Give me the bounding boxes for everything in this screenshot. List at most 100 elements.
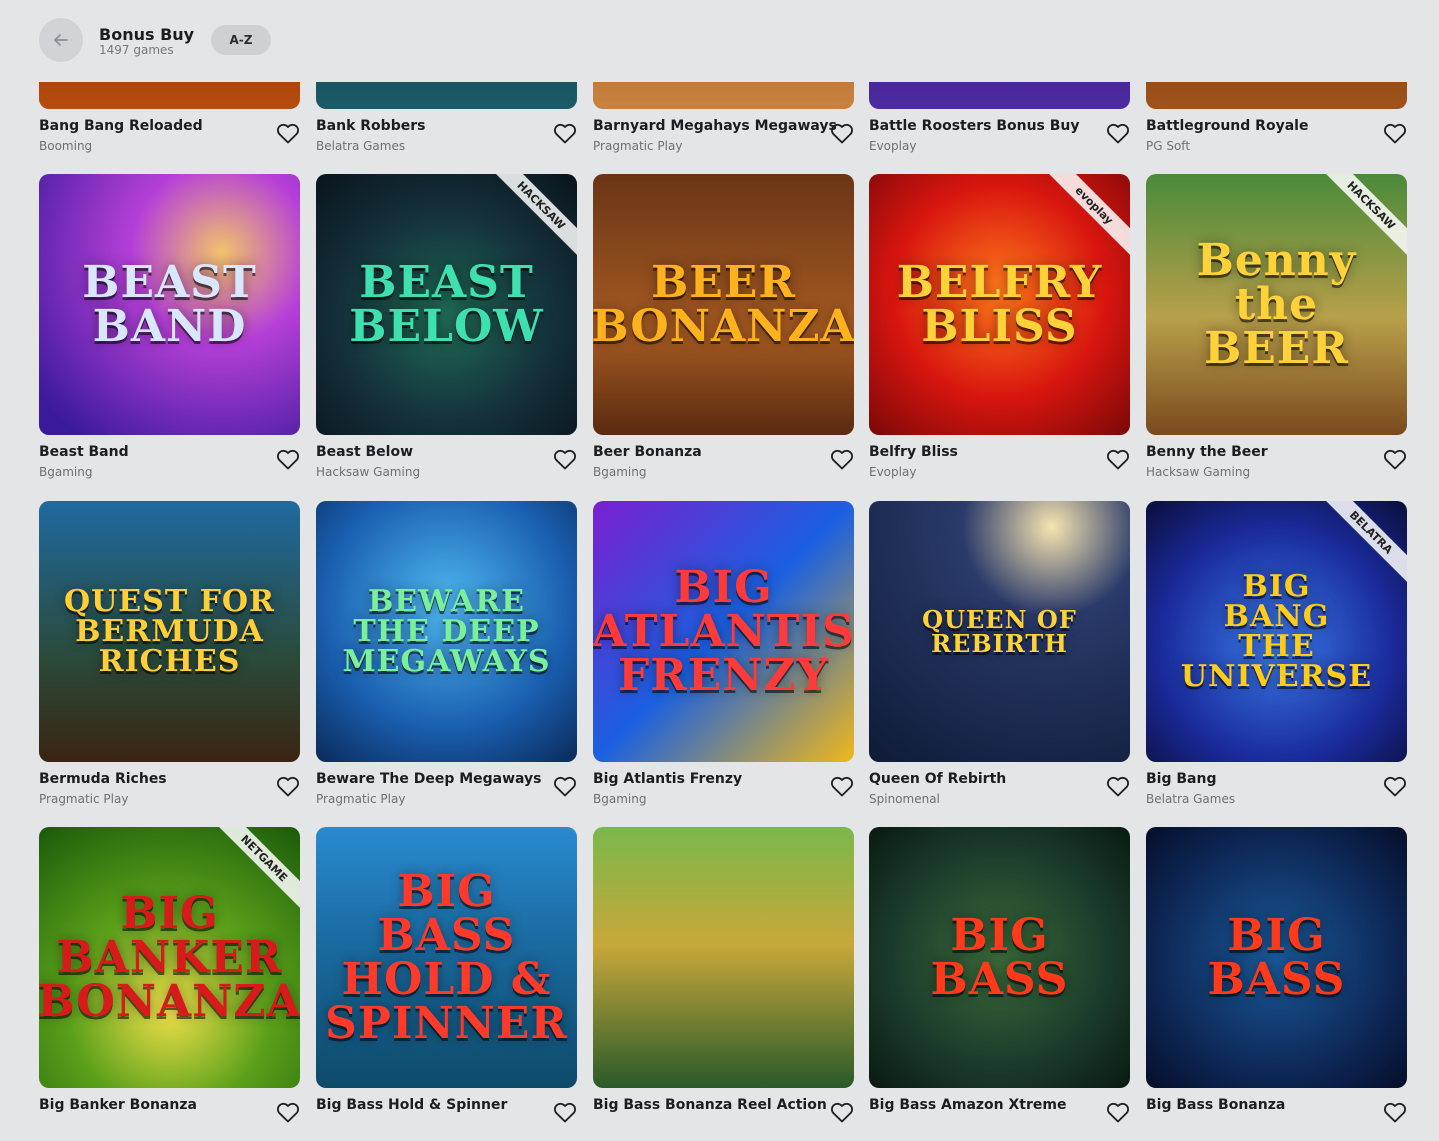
game-card[interactable]: Big Bass Bonanza Reel Action [593,827,854,1141]
game-artwork-title: BEAST BAND [82,256,257,352]
heart-icon[interactable] [276,1101,300,1123]
game-thumbnail[interactable]: BIG ATLANTIS FRENZY [593,501,854,762]
game-info: Belfry Bliss Evoplay [869,444,1130,488]
game-provider: Bgaming [593,792,647,806]
game-artwork-title: BEER BONANZA [593,256,854,352]
game-card[interactable]: Benny the BEER HACKSAW Benny the Beer Hacks… [1146,174,1407,488]
game-info: Barnyard Megahays Megaways Pragmatic Play [593,118,854,162]
game-thumbnail[interactable]: BIG BASS HOLD & SPINNER [316,827,577,1088]
game-info: Beer Bonanza Bgaming [593,444,854,488]
game-thumbnail[interactable]: BIG BANG THE UNIVERSE BELATRA [1146,501,1407,762]
heart-icon[interactable] [553,122,577,144]
game-card[interactable]: BEAST BAND Beast Band Bgaming [39,174,300,488]
game-provider: Bgaming [593,465,647,479]
sort-button[interactable]: A-Z [211,25,271,55]
game-name[interactable]: Big Bass Bonanza [1146,1097,1285,1113]
game-provider: Spinomenal [869,792,940,806]
game-name[interactable]: Big Atlantis Frenzy [593,771,742,787]
game-provider: Belatra Games [1146,792,1236,806]
heart-icon[interactable] [1106,122,1130,144]
game-info: Battleground Royale PG Soft [1146,118,1407,162]
game-thumbnail[interactable]: BIG BASS [1146,827,1407,1088]
heart-icon[interactable] [1106,775,1130,797]
game-info: Bermuda Riches Pragmatic Play [39,771,300,815]
game-info: Beware The Deep Megaways Pragmatic Play [316,771,577,815]
game-thumbnail[interactable]: BEWARE THE DEEP MEGAWAYS [316,501,577,762]
game-name[interactable]: Battle Roosters Bonus Buy [869,118,1080,134]
game-provider: Bgaming [39,465,93,479]
game-name[interactable]: Bermuda Riches [39,771,167,787]
game-info: Bang Bang Reloaded Booming [39,118,300,162]
game-name[interactable]: Big Bass Bonanza Reel Action [593,1097,827,1113]
arrow-left-icon [54,34,68,46]
game-thumbnail[interactable]: QUEST FOR BERMUDA RICHES [39,501,300,762]
heart-icon[interactable] [553,448,577,470]
game-card[interactable]: BEAST BELOW HACKSAW Beast Below Hacksaw Gam… [316,174,577,488]
game-name[interactable]: Beast Below [316,444,413,460]
game-name[interactable]: Big Bass Amazon Xtreme [869,1097,1066,1113]
game-thumbnail[interactable]: BIG BASS [869,827,1130,1088]
game-info: Big Bass Bonanza [1146,1097,1407,1141]
game-thumbnail[interactable]: BIG BANKER BONANZA NETGAME [39,827,300,1088]
game-card[interactable]: QUEST FOR BERMUDA RICHES Bermuda Riches Pr… [39,501,300,815]
game-card[interactable]: BIG ATLANTIS FRENZY Big Atlantis Frenzy Bg… [593,501,854,815]
game-provider: Evoplay [869,465,917,479]
heart-icon[interactable] [1383,1101,1407,1123]
game-provider: Pragmatic Play [316,792,406,806]
game-provider: PG Soft [1146,139,1191,153]
back-button[interactable] [39,18,83,62]
game-card[interactable]: BIG BASS Big Bass Amazon Xtreme [869,827,1130,1141]
games-grid: Bang Bang Reloaded Booming Bank Robbers Bel… [0,0,1439,1123]
heart-icon[interactable] [830,122,854,144]
game-thumbnail[interactable]: BEAST BELOW HACKSAW [316,174,577,435]
game-card[interactable]: BIG BASS Big Bass Bonanza [1146,827,1407,1141]
game-name[interactable]: Barnyard Megahays Megaways [593,118,837,134]
game-name[interactable]: Bank Robbers [316,118,425,134]
game-artwork-title: BIG BASS [930,909,1069,1005]
game-name[interactable]: Big Bang [1146,771,1216,787]
game-name[interactable]: Battleground Royale [1146,118,1308,134]
game-name[interactable]: Queen Of Rebirth [869,771,1006,787]
game-card[interactable]: BIG BANKER BONANZA NETGAME Big Banker Bona… [39,827,300,1141]
heart-icon[interactable] [830,448,854,470]
game-card[interactable]: QUEEN OF REBIRTH Queen Of Rebirth Spinomen… [869,501,1130,815]
game-name[interactable]: Beast Band [39,444,129,460]
heart-icon[interactable] [830,1101,854,1123]
game-card[interactable]: BEWARE THE DEEP MEGAWAYS Beware The Deep … [316,501,577,815]
game-info: Benny the Beer Hacksaw Gaming [1146,444,1407,488]
heart-icon[interactable] [1383,122,1407,144]
heart-icon[interactable] [1106,448,1130,470]
game-name[interactable]: Belfry Bliss [869,444,958,460]
game-name[interactable]: Beer Bonanza [593,444,702,460]
game-name[interactable]: Bang Bang Reloaded [39,118,203,134]
heart-icon[interactable] [276,122,300,144]
game-name[interactable]: Big Banker Bonanza [39,1097,197,1113]
game-artwork-title: BIG BASS [1207,909,1346,1005]
game-card[interactable]: BEER BONANZA Beer Bonanza Bgaming [593,174,854,488]
game-card[interactable]: BIG BASS HOLD & SPINNER Big Bass Hold & S… [316,827,577,1141]
heart-icon[interactable] [276,448,300,470]
heart-icon[interactable] [276,775,300,797]
game-thumbnail[interactable]: BEER BONANZA [593,174,854,435]
game-thumbnail[interactable]: Benny the BEER HACKSAW [1146,174,1407,435]
heart-icon[interactable] [1383,775,1407,797]
heart-icon[interactable] [1383,448,1407,470]
page-title: Bonus Buy [99,25,195,44]
heart-icon[interactable] [1106,1101,1130,1123]
game-thumbnail[interactable]: BEAST BAND [39,174,300,435]
page-header: Bonus Buy 1497 games A-Z [0,0,1439,82]
heart-icon[interactable] [830,775,854,797]
game-thumbnail[interactable]: QUEEN OF REBIRTH [869,501,1130,762]
game-thumbnail[interactable] [593,827,854,1088]
game-card[interactable]: BELFRY BLISS evoplay Belfry Bliss Evoplay [869,174,1130,488]
heart-icon[interactable] [553,1101,577,1123]
game-card[interactable]: BIG BANG THE UNIVERSE BELATRA Big Bang Bela… [1146,501,1407,815]
game-name[interactable]: Big Bass Hold & Spinner [316,1097,507,1113]
game-thumbnail[interactable]: BELFRY BLISS evoplay [869,174,1130,435]
heart-icon[interactable] [553,775,577,797]
game-name[interactable]: Beware The Deep Megaways [316,771,542,787]
game-name[interactable]: Benny the Beer [1146,444,1268,460]
game-info: Big Bang Belatra Games [1146,771,1407,815]
game-info: Big Atlantis Frenzy Bgaming [593,771,854,815]
game-artwork-title: BELFRY BLISS [896,256,1103,352]
